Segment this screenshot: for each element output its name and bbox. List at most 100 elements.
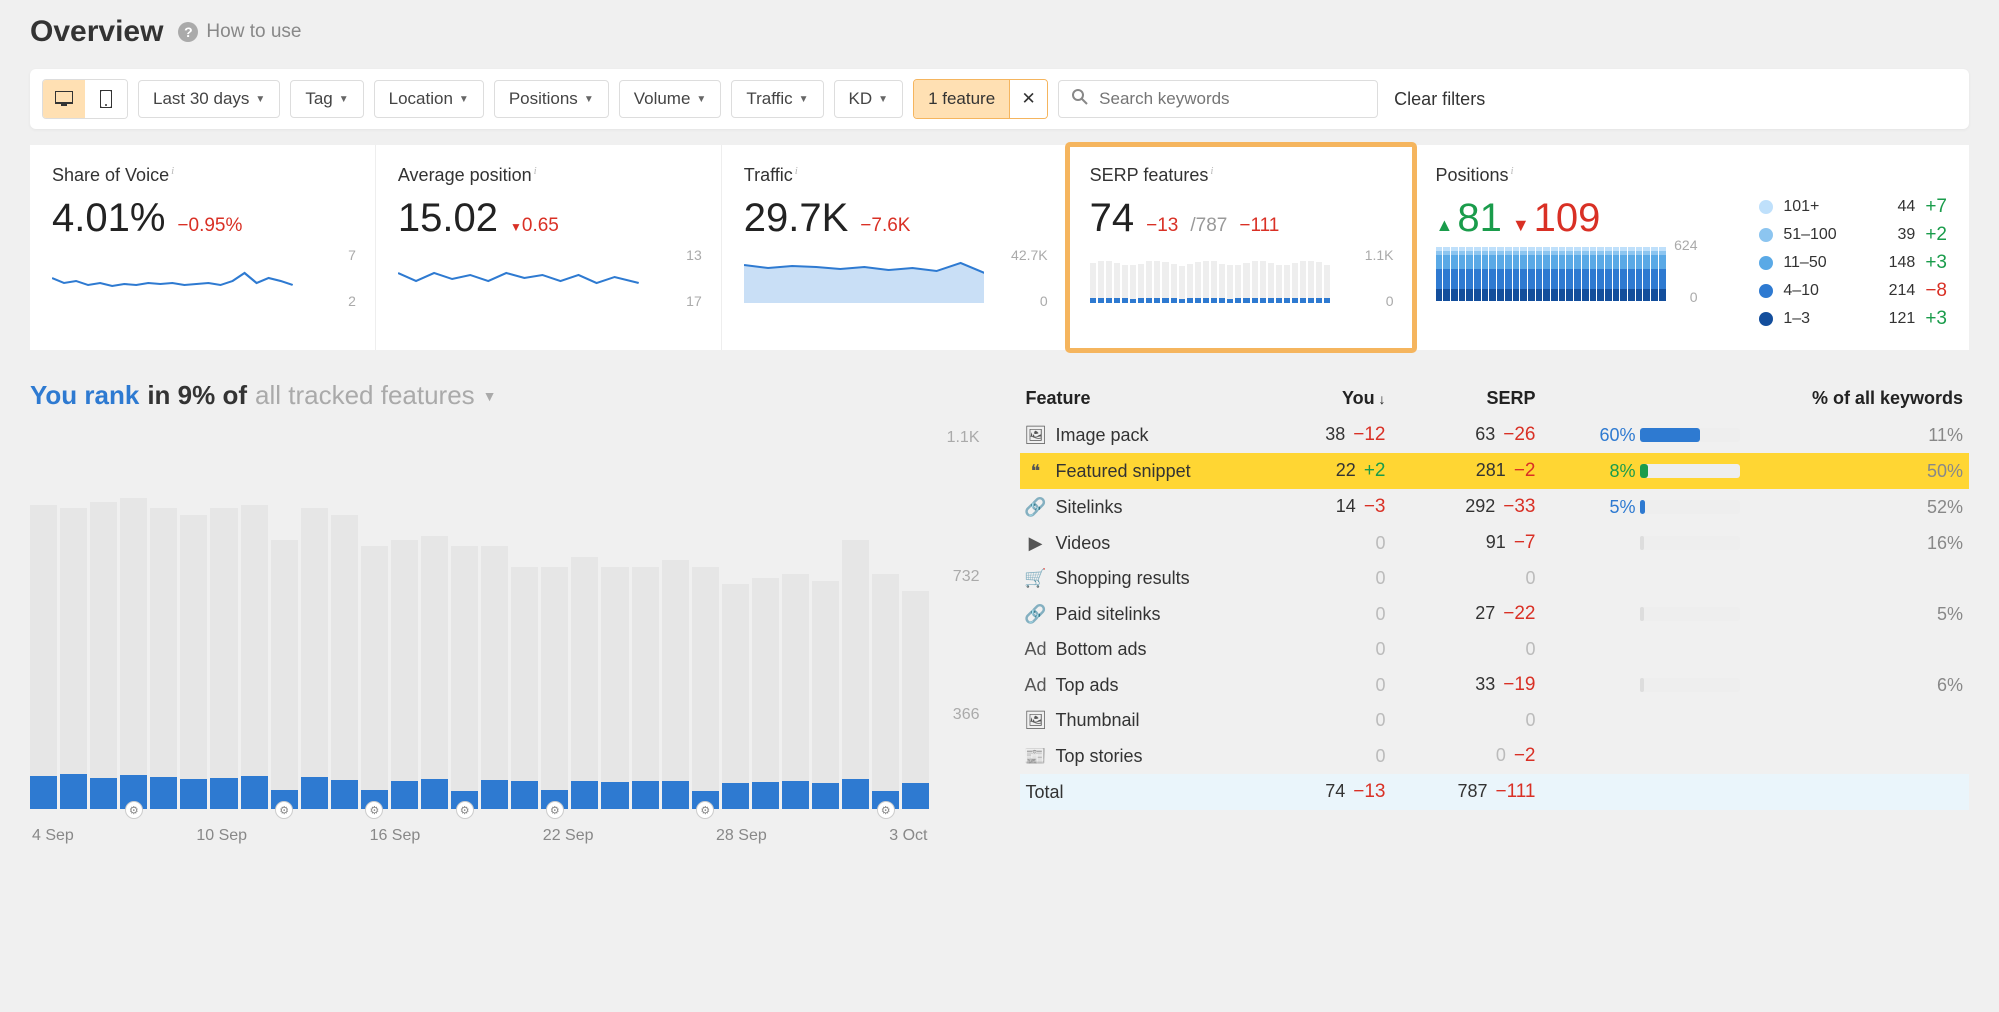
feature-row[interactable]: AdTop ads 0 33−19 6% bbox=[1020, 667, 1970, 703]
feature-row[interactable]: 🖼Image pack 38−12 63−26 60% 11% bbox=[1020, 417, 1970, 453]
chart-bar[interactable] bbox=[331, 515, 358, 809]
page-title: Overview bbox=[30, 15, 163, 49]
chart-bar[interactable] bbox=[90, 502, 117, 809]
positions-filter[interactable]: Positions▼ bbox=[494, 80, 609, 118]
rank-heading[interactable]: You rank in 9% of all tracked features ▼ bbox=[30, 380, 980, 411]
legend-dot-icon bbox=[1759, 312, 1773, 326]
col-pct-kw[interactable]: % of all keywords bbox=[1756, 388, 1964, 409]
feature-row[interactable]: ▶Videos 0 91−7 16% bbox=[1020, 525, 1970, 561]
serp-value: 74 bbox=[1090, 196, 1135, 241]
chart-bar[interactable]: ⚙ bbox=[541, 567, 568, 809]
caret-down-icon: ▼ bbox=[799, 94, 809, 105]
chart-bar[interactable] bbox=[782, 574, 809, 809]
location-label: Location bbox=[389, 89, 453, 109]
legend-row[interactable]: 101+44+7 bbox=[1759, 196, 1947, 218]
chart-bar[interactable] bbox=[722, 584, 749, 809]
feature-row[interactable]: 🖼Thumbnail 0 0 bbox=[1020, 703, 1970, 738]
date-range-filter[interactable]: Last 30 days▼ bbox=[138, 80, 280, 118]
search-input[interactable] bbox=[1099, 89, 1365, 109]
chart-bar[interactable]: ⚙ bbox=[120, 498, 147, 809]
sov-sparkline: 7 2 bbox=[52, 253, 353, 303]
card-traffic[interactable]: Traffici 29.7K −7.6K 42.7K 0 bbox=[722, 145, 1068, 350]
feature-row[interactable]: 🔗Sitelinks 14−3 292−33 5% 52% bbox=[1020, 489, 1970, 525]
col-feature[interactable]: Feature bbox=[1026, 388, 1266, 409]
feature-row[interactable]: AdBottom ads 0 0 bbox=[1020, 632, 1970, 667]
card-positions[interactable]: Positionsi 81 109 624 0 101+44+751–10039… bbox=[1414, 145, 1969, 350]
positions-legend: 101+44+7 51–10039+2 11–50148+3 4–10214−8 1–3… bbox=[1759, 196, 1947, 330]
gear-icon: ⚙ bbox=[696, 801, 714, 819]
legend-dot-icon bbox=[1759, 200, 1773, 214]
how-to-use-link[interactable]: ? How to use bbox=[178, 21, 301, 43]
volume-filter[interactable]: Volume▼ bbox=[619, 80, 722, 118]
col-serp[interactable]: SERP bbox=[1386, 388, 1536, 409]
card-share-of-voice[interactable]: Share of Voicei 4.01% −0.95% 7 2 bbox=[30, 145, 376, 350]
gear-icon: ⚙ bbox=[546, 801, 564, 819]
feature-filter-label[interactable]: 1 feature bbox=[914, 80, 1009, 118]
device-desktop-button[interactable] bbox=[43, 80, 85, 118]
positions-down: 109 bbox=[1512, 196, 1601, 241]
legend-row[interactable]: 11–50148+3 bbox=[1759, 252, 1947, 274]
chart-bar[interactable]: ⚙ bbox=[361, 546, 388, 809]
feature-row[interactable]: 🛒Shopping results 0 0 bbox=[1020, 561, 1970, 596]
col-you[interactable]: You bbox=[1266, 388, 1386, 409]
progress-bar bbox=[1640, 536, 1740, 550]
location-filter[interactable]: Location ▼ bbox=[374, 80, 484, 118]
chart-bar[interactable] bbox=[481, 546, 508, 809]
chart-bar[interactable] bbox=[812, 581, 839, 809]
positions-dist-chart: 624 0 bbox=[1436, 241, 1666, 301]
card-serp-features[interactable]: SERP featuresi 74 −13 /787 −111 1.1K 0 bbox=[1068, 145, 1414, 350]
serp-total: /787 bbox=[1190, 215, 1227, 237]
clear-filters-button[interactable]: Clear filters bbox=[1394, 89, 1485, 110]
chart-bar[interactable] bbox=[60, 508, 87, 809]
tag-filter[interactable]: Tag▼ bbox=[290, 80, 363, 118]
chart-bar[interactable] bbox=[511, 567, 538, 809]
videos-icon: ▶ bbox=[1026, 533, 1046, 553]
feature-row[interactable]: 🔗Paid sitelinks 0 27−22 5% bbox=[1020, 596, 1970, 632]
gear-icon: ⚙ bbox=[275, 801, 293, 819]
legend-dot-icon bbox=[1759, 284, 1773, 298]
featured-snippet-icon: ❝ bbox=[1026, 461, 1046, 481]
chart-bar[interactable] bbox=[601, 567, 628, 809]
total-row: Total 74−13 787−111 bbox=[1020, 774, 1970, 810]
legend-row[interactable]: 51–10039+2 bbox=[1759, 224, 1947, 246]
chart-bar[interactable] bbox=[180, 515, 207, 809]
how-to-use-label: How to use bbox=[206, 21, 301, 43]
filters-bar: Last 30 days▼ Tag▼ Location▼ Positions▼ … bbox=[30, 69, 1969, 129]
chart-bar[interactable] bbox=[632, 567, 659, 809]
chart-bar[interactable] bbox=[210, 508, 237, 809]
chart-bar[interactable] bbox=[391, 540, 418, 809]
positions-up: 81 bbox=[1436, 196, 1502, 241]
chart-bar[interactable] bbox=[241, 505, 268, 809]
feature-row[interactable]: ❝Featured snippet 22+2 281−2 8% 50% bbox=[1020, 453, 1970, 489]
traffic-label: Traffic bbox=[746, 89, 792, 109]
device-mobile-button[interactable] bbox=[85, 80, 127, 118]
serp-sparkbars: 1.1K 0 bbox=[1090, 253, 1391, 303]
chart-bar[interactable] bbox=[662, 560, 689, 809]
chart-bar[interactable] bbox=[150, 508, 177, 809]
search-box bbox=[1058, 80, 1378, 118]
kd-filter[interactable]: KD▼ bbox=[834, 80, 904, 118]
traffic-filter[interactable]: Traffic ▼ bbox=[731, 80, 823, 118]
feature-filter-clear-button[interactable]: ✕ bbox=[1009, 80, 1047, 118]
chart-bar[interactable]: ⚙ bbox=[692, 567, 719, 809]
chart-bar[interactable]: ⚙ bbox=[451, 546, 478, 809]
chart-bar[interactable]: ⚙ bbox=[872, 574, 899, 809]
chart-bar[interactable] bbox=[902, 591, 929, 809]
chart-bar[interactable] bbox=[752, 578, 779, 809]
feature-row[interactable]: 📰Top stories 0 0−2 bbox=[1020, 738, 1970, 774]
chart-bar[interactable] bbox=[30, 505, 57, 809]
legend-row[interactable]: 1–3121+3 bbox=[1759, 308, 1947, 330]
legend-row[interactable]: 4–10214−8 bbox=[1759, 280, 1947, 302]
caret-down-icon: ▼ bbox=[459, 94, 469, 105]
desktop-icon bbox=[55, 91, 73, 107]
gear-icon: ⚙ bbox=[877, 801, 895, 819]
chart-bar[interactable] bbox=[421, 536, 448, 809]
caret-down-icon: ▼ bbox=[339, 94, 349, 105]
card-average-position[interactable]: Average positioni 15.02 ▼0.65 13 17 bbox=[376, 145, 722, 350]
shopping-icon: 🛒 bbox=[1026, 569, 1046, 589]
chart-bar[interactable] bbox=[301, 508, 328, 809]
chart-bar[interactable] bbox=[842, 540, 869, 809]
help-icon: ? bbox=[178, 22, 198, 42]
chart-bar[interactable] bbox=[571, 557, 598, 809]
chart-bar[interactable]: ⚙ bbox=[271, 540, 298, 809]
